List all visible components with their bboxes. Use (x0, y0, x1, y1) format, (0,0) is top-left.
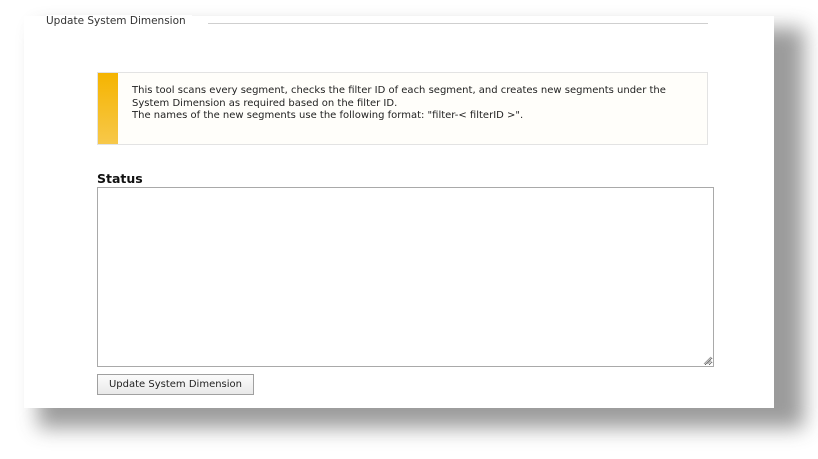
fieldset-legend: Update System Dimension (46, 15, 192, 27)
status-label: Status (97, 171, 143, 186)
info-text: This tool scans every segment, checks th… (132, 85, 702, 123)
info-box: This tool scans every segment, checks th… (97, 72, 708, 145)
status-textarea[interactable] (97, 187, 714, 367)
info-line-1: This tool scans every segment, checks th… (132, 85, 666, 96)
update-system-dimension-button[interactable]: Update System Dimension (97, 374, 254, 395)
screenshot-stage: Update System Dimension This tool scans … (0, 0, 818, 459)
resize-grip-icon[interactable] (703, 356, 712, 365)
info-accent-bar (98, 73, 118, 144)
info-line-2: System Dimension as required based on th… (132, 97, 398, 109)
fieldset-border (208, 23, 708, 24)
info-line-3: The names of the new segments use the fo… (132, 110, 524, 122)
